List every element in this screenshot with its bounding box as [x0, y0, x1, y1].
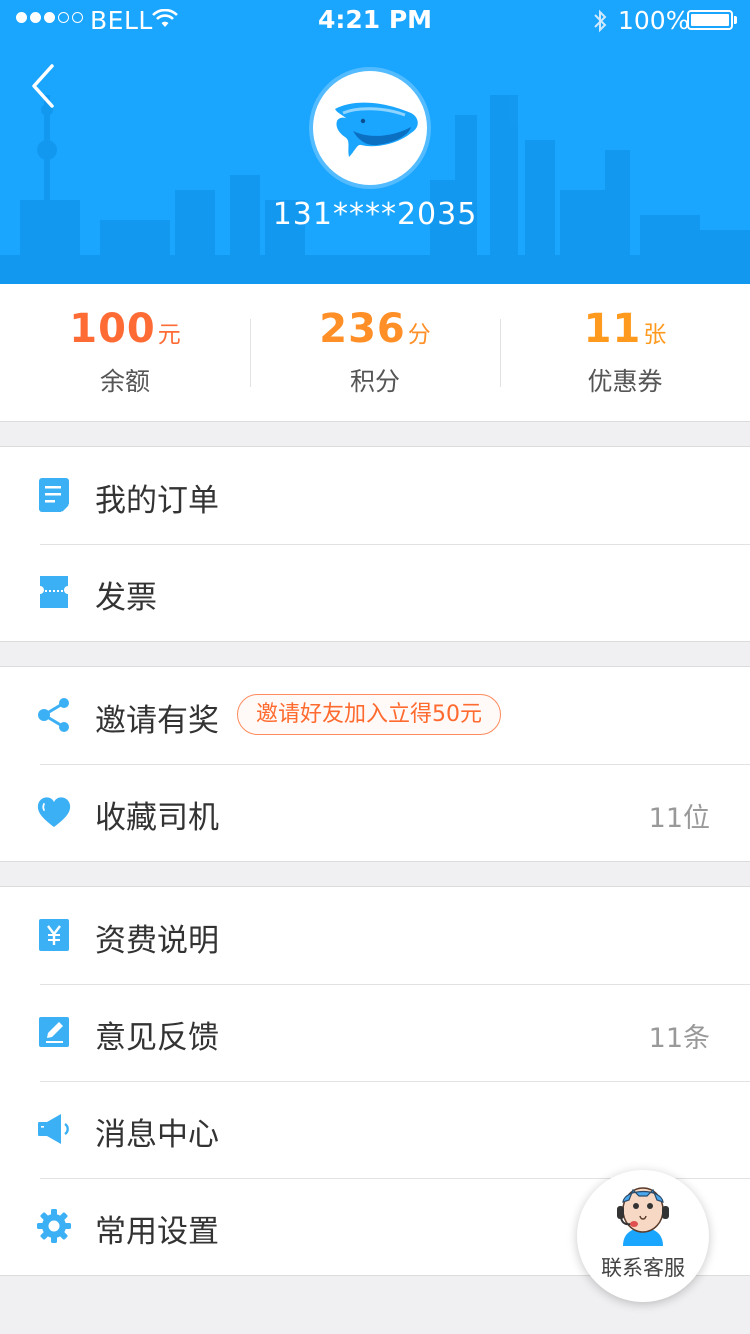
customer-service-label: 联系客服	[601, 1256, 685, 1280]
coupons-label: 优惠券	[587, 367, 663, 396]
speaker-icon	[38, 1114, 69, 1144]
profile-header: BELL 4:21 PM 100% 131****2035	[0, 0, 750, 284]
menu-item-invoice[interactable]: 发票	[0, 544, 750, 641]
gear-icon	[37, 1209, 71, 1243]
battery-nub	[734, 16, 737, 24]
menu-item-orders[interactable]: 我的订单	[0, 447, 750, 544]
battery-percentage: 100%	[618, 6, 690, 35]
bluetooth-icon	[594, 9, 607, 33]
ticket-icon	[40, 576, 68, 608]
points-value-line: 236分	[250, 306, 500, 352]
whale-logo-icon	[335, 102, 418, 157]
balance-value-line: 100元	[0, 306, 250, 352]
menu-label-pricing: 资费说明	[95, 923, 219, 959]
back-chevron-icon[interactable]	[20, 58, 70, 114]
support-agent-icon	[617, 1187, 669, 1246]
points-value: 236	[319, 306, 406, 352]
points-label: 积分	[349, 367, 400, 396]
invite-promo-badge: 邀请好友加入立得50元	[237, 694, 501, 735]
balance-value: 100	[69, 306, 156, 352]
menu-item-messages[interactable]: 消息中心	[0, 1081, 750, 1178]
coupons-stat[interactable]: 11张 优惠券	[500, 284, 750, 421]
status-bar: BELL 4:21 PM 100%	[0, 0, 750, 40]
menu-label-orders: 我的订单	[95, 483, 219, 519]
account-stats: 100元 余额 236分 积分 11张 优惠券	[0, 284, 750, 422]
menu-group-orders: 我的订单 发票	[0, 446, 750, 642]
menu-label-favorite-drivers: 收藏司机	[95, 800, 219, 836]
balance-unit: 元	[157, 322, 181, 348]
menu-item-feedback[interactable]: 意见反馈 11条	[0, 984, 750, 1081]
coupons-value-line: 11张	[500, 306, 750, 352]
menu-item-pricing[interactable]: 资费说明	[0, 887, 750, 984]
menu-label-messages: 消息中心	[95, 1117, 219, 1153]
heart-icon	[37, 797, 71, 827]
avatar[interactable]	[313, 71, 427, 185]
yuan-icon	[39, 919, 69, 951]
order-list-icon	[39, 478, 69, 512]
share-icon	[38, 698, 69, 732]
balance-label: 余额	[99, 367, 150, 396]
menu-label-feedback: 意见反馈	[95, 1020, 219, 1056]
points-unit: 分	[407, 322, 431, 348]
menu-group-social: 邀请有奖 邀请好友加入立得50元 收藏司机 11位	[0, 666, 750, 862]
edit-icon	[39, 1017, 69, 1047]
points-stat[interactable]: 236分 积分	[250, 284, 500, 421]
user-phone-number: 131****2035	[272, 197, 478, 232]
menu-label-invite: 邀请有奖	[95, 703, 219, 739]
menu-item-favorite-drivers[interactable]: 收藏司机 11位	[0, 764, 750, 861]
coupons-unit: 张	[643, 322, 667, 348]
balance-stat[interactable]: 100元 余额	[0, 284, 250, 421]
menu-item-invite[interactable]: 邀请有奖 邀请好友加入立得50元	[0, 667, 750, 764]
coupons-value: 11	[583, 306, 642, 352]
menu-label-settings: 常用设置	[95, 1214, 219, 1250]
customer-service-button[interactable]: 联系客服	[577, 1170, 709, 1302]
feedback-count: 11条	[648, 1023, 710, 1054]
favorite-drivers-count: 11位	[648, 803, 710, 834]
battery-icon	[687, 10, 733, 30]
menu-label-invoice: 发票	[95, 580, 157, 616]
